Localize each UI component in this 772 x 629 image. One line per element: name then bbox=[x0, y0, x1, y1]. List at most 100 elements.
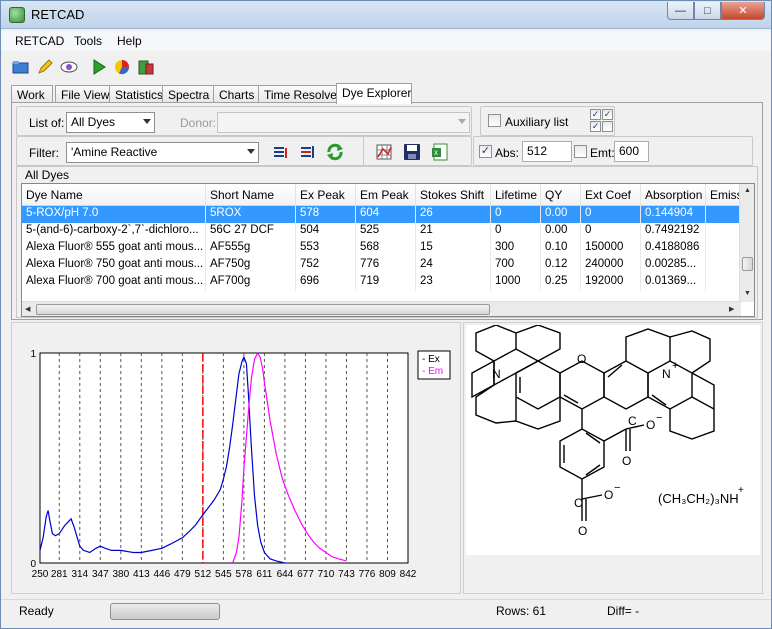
table-row[interactable]: 5-(and-6)-carboxy-2`,7`-dichloro... 56C 2… bbox=[22, 223, 742, 240]
grid-settings-button[interactable] bbox=[374, 142, 394, 162]
donor-label: Donor: bbox=[180, 116, 217, 130]
tab-spectra[interactable]: Spectra bbox=[162, 85, 216, 103]
table-row[interactable]: 5-ROX/pH 7.0 5ROX 578 604 26 0 0.00 0 0.144904 bbox=[22, 206, 742, 223]
table-cell bbox=[706, 274, 742, 291]
export-button[interactable] bbox=[136, 57, 156, 77]
aux-checkbox-1[interactable]: ✓ bbox=[590, 109, 601, 120]
tab-work[interactable]: Work bbox=[11, 85, 53, 103]
chart-button[interactable] bbox=[112, 57, 132, 77]
table-cell: 150000 bbox=[581, 240, 641, 257]
view-button[interactable] bbox=[59, 57, 79, 77]
emt-input[interactable]: 600 bbox=[614, 141, 649, 162]
table-cell: 5-ROX/pH 7.0 bbox=[22, 206, 206, 223]
auxiliary-list-checkbox[interactable] bbox=[488, 114, 501, 127]
minimize-button[interactable]: — bbox=[667, 2, 694, 20]
table-cell: AF700g bbox=[206, 274, 296, 291]
add-filter-button[interactable] bbox=[271, 142, 291, 162]
list-of-dropdown[interactable]: All Dyes bbox=[66, 112, 155, 133]
maximize-button[interactable]: □ bbox=[694, 2, 721, 20]
save-button[interactable] bbox=[402, 142, 422, 162]
export-excel-button[interactable]: x bbox=[430, 142, 450, 162]
table-cell: 0 bbox=[491, 223, 541, 240]
table-cell: 752 bbox=[296, 257, 356, 274]
vertical-scroll-thumb[interactable] bbox=[742, 257, 753, 271]
tab-statistics[interactable]: Statistics bbox=[109, 85, 170, 103]
counterion-label: (CH₃CH₂)₃NH bbox=[658, 491, 739, 506]
grid-vertical-scrollbar[interactable]: ▲ ▼ bbox=[739, 184, 754, 302]
horizontal-scroll-thumb[interactable] bbox=[36, 304, 490, 315]
scroll-right-icon[interactable]: ▶ bbox=[729, 305, 734, 313]
svg-text:x: x bbox=[434, 148, 438, 157]
table-cell: 56C 27 DCF bbox=[206, 223, 296, 240]
scroll-left-icon[interactable]: ◀ bbox=[25, 305, 30, 313]
table-cell bbox=[706, 240, 742, 257]
molecule-structure: N O N + C O O − C O O − (CH₃CH₂)₃NH + bbox=[471, 324, 744, 538]
refresh-button[interactable] bbox=[325, 142, 345, 162]
col-short-name[interactable]: Short Name bbox=[206, 184, 296, 206]
table-row[interactable]: Alexa Fluor® 700 goat anti mous... AF700g… bbox=[22, 274, 742, 291]
x-tick-label: 776 bbox=[359, 569, 376, 580]
table-cell: 15 bbox=[416, 240, 491, 257]
edit-button[interactable] bbox=[35, 57, 55, 77]
table-cell: 0.00285... bbox=[641, 257, 706, 274]
x-tick-label: 250 bbox=[32, 569, 49, 580]
aux-checkbox-3[interactable]: ✓ bbox=[590, 121, 601, 132]
tab-file-view[interactable]: File View bbox=[55, 85, 112, 103]
play-icon bbox=[93, 59, 106, 75]
table-cell: 21 bbox=[416, 223, 491, 240]
scroll-up-icon[interactable]: ▲ bbox=[744, 187, 751, 194]
table-cell bbox=[706, 223, 742, 240]
donor-dropdown[interactable] bbox=[217, 112, 470, 133]
carboxyl-bottom-o2: O bbox=[604, 488, 613, 502]
grid-horizontal-scrollbar[interactable]: ◀ ▶ bbox=[22, 301, 741, 316]
col-emission[interactable]: Emissi bbox=[706, 184, 742, 206]
auxiliary-list-label: Auxiliary list bbox=[505, 115, 569, 129]
table-row[interactable]: Alexa Fluor® 750 goat anti mous... AF750g… bbox=[22, 257, 742, 274]
tab-time-resolved[interactable]: Time Resolved bbox=[258, 85, 344, 103]
run-button[interactable] bbox=[89, 57, 109, 77]
maximize-icon: □ bbox=[704, 4, 711, 17]
x-tick-label: 479 bbox=[174, 569, 191, 580]
col-em-peak[interactable]: Em Peak bbox=[356, 184, 416, 206]
atom-n-left: N bbox=[492, 367, 501, 381]
col-qy[interactable]: QY bbox=[541, 184, 581, 206]
scroll-down-icon[interactable]: ▼ bbox=[744, 290, 751, 297]
table-cell: 696 bbox=[296, 274, 356, 291]
carboxyl-top-c: C bbox=[628, 414, 637, 428]
filter-dropdown[interactable]: 'Amine Reactive bbox=[66, 142, 259, 163]
col-dye-name[interactable]: Dye Name bbox=[22, 184, 206, 206]
menu-retcad[interactable]: RETCAD bbox=[15, 34, 64, 48]
table-row[interactable]: Alexa Fluor® 555 goat anti mous... AF555g… bbox=[22, 240, 742, 257]
table-cell: 1000 bbox=[491, 274, 541, 291]
table-cell: 568 bbox=[356, 240, 416, 257]
chevron-down-icon bbox=[247, 149, 255, 154]
table-cell: 26 bbox=[416, 206, 491, 223]
abs-checkbox[interactable]: ✓ bbox=[479, 145, 492, 158]
col-ext-coef[interactable]: Ext Coef bbox=[581, 184, 641, 206]
emt-checkbox[interactable] bbox=[574, 145, 587, 158]
x-tick-label: 446 bbox=[153, 569, 170, 580]
carboxyl-top-o2: O bbox=[646, 418, 655, 432]
y-tick-label: 0 bbox=[30, 559, 36, 570]
tab-dye-explorer[interactable]: Dye Explorer bbox=[336, 83, 412, 104]
col-stokes-shift[interactable]: Stokes Shift bbox=[416, 184, 491, 206]
table-cell: 0 bbox=[491, 206, 541, 223]
minimize-icon: — bbox=[675, 4, 686, 17]
menu-help[interactable]: Help bbox=[117, 34, 142, 48]
tab-charts[interactable]: Charts bbox=[213, 85, 263, 103]
open-folder-button[interactable] bbox=[11, 57, 31, 77]
table-cell: 5ROX bbox=[206, 206, 296, 223]
remove-filter-button[interactable] bbox=[298, 142, 318, 162]
col-ex-peak[interactable]: Ex Peak bbox=[296, 184, 356, 206]
aux-checkbox-4[interactable] bbox=[602, 121, 613, 132]
abs-input[interactable]: 512 bbox=[522, 141, 572, 162]
aux-checkbox-2[interactable]: ✓ bbox=[602, 109, 613, 120]
close-button[interactable]: ✕ bbox=[721, 2, 765, 20]
col-lifetime[interactable]: Lifetime bbox=[491, 184, 541, 206]
table-cell: Alexa Fluor® 750 goat anti mous... bbox=[22, 257, 206, 274]
spectrum-chart[interactable]: 250 281 314 347 380 413 446 479 512 545 578 611 644 6… bbox=[12, 323, 460, 593]
title-bar[interactable]: RETCAD — □ ✕ bbox=[1, 1, 771, 29]
carboxyl-top-o1: O bbox=[622, 454, 631, 468]
col-absorption[interactable]: Absorption bbox=[641, 184, 706, 206]
menu-tools[interactable]: Tools bbox=[74, 34, 102, 48]
